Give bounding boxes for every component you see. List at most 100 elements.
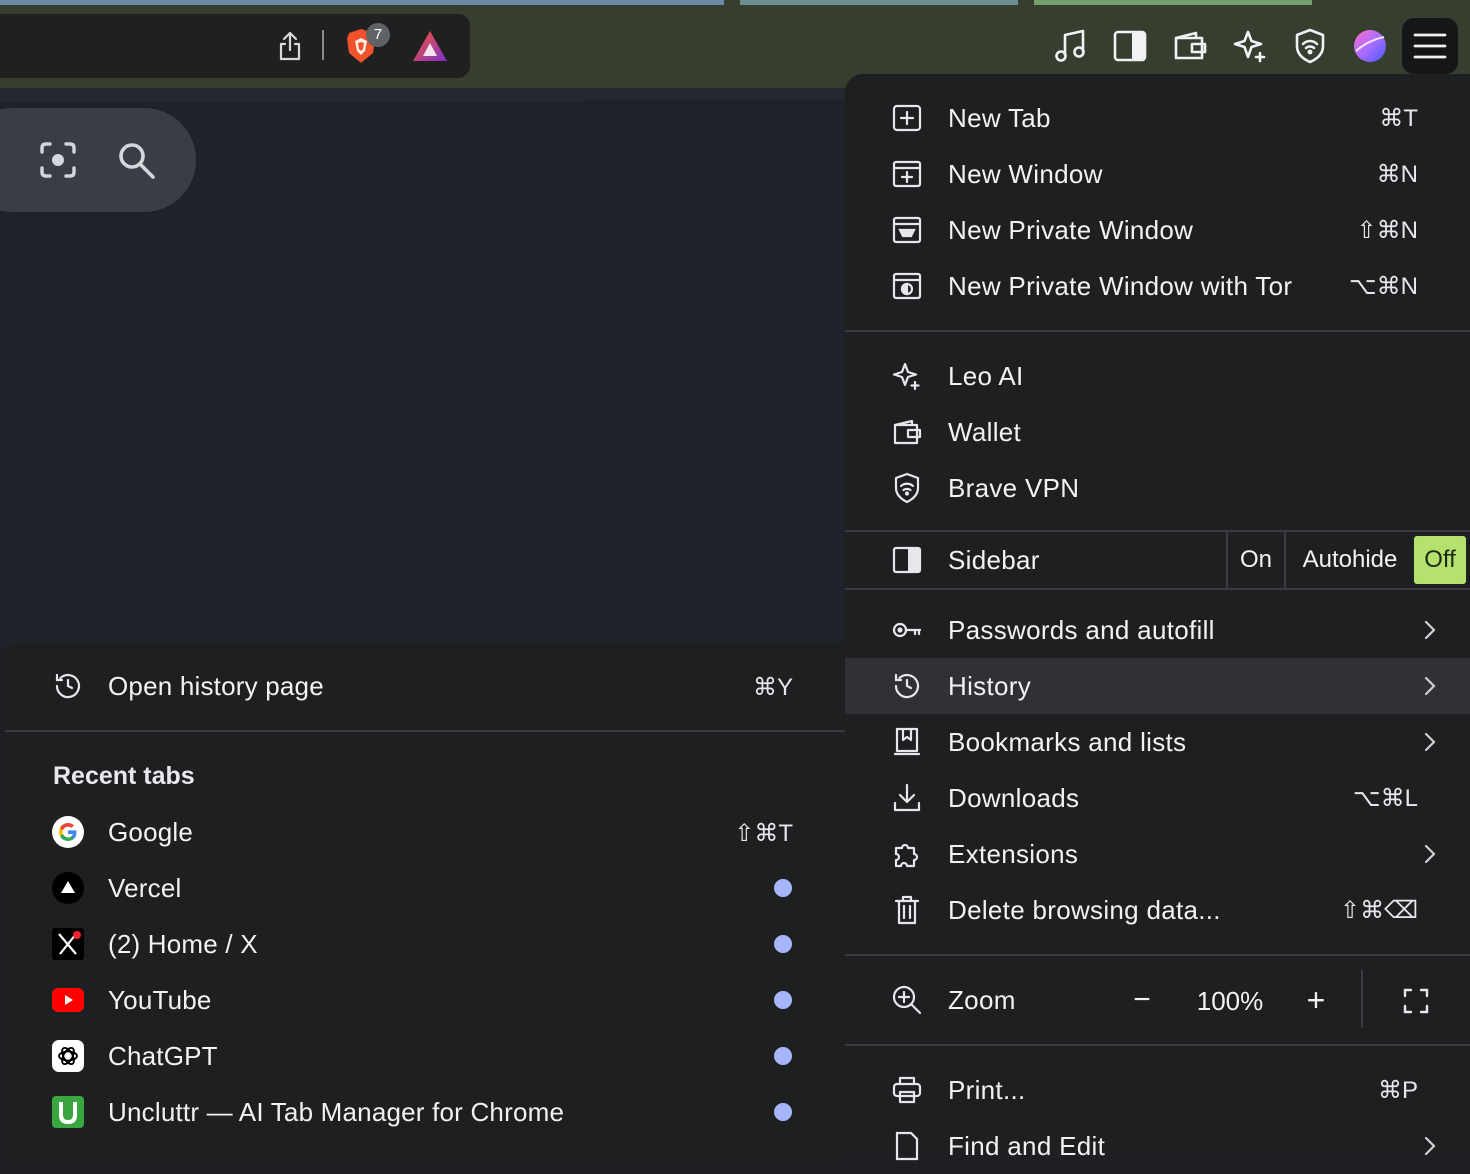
new-tab-icon	[892, 104, 922, 132]
menu-item-shortcut: ⌘P	[1377, 1076, 1418, 1104]
new-window-icon	[892, 160, 922, 188]
recent-tab-label: ChatGPT	[108, 1041, 218, 1071]
open-history-shortcut: ⌘Y	[752, 674, 793, 701]
menu-item-extensions[interactable]: Extensions	[845, 826, 1470, 882]
menu-item-brave-vpn[interactable]: Brave VPN	[845, 460, 1470, 516]
history-icon	[892, 672, 922, 700]
menu-item-print[interactable]: Print... ⌘P	[845, 1062, 1470, 1118]
lens-camera-icon[interactable]	[36, 138, 80, 182]
vercel-favicon-icon	[52, 872, 84, 904]
recent-tab-chatgpt[interactable]: ChatGPT	[5, 1028, 845, 1084]
menu-item-label: Brave VPN	[948, 472, 1080, 503]
wallet-icon	[892, 418, 922, 446]
uncluttr-favicon-icon	[52, 1096, 84, 1128]
menu-item-label: New Private Window	[948, 214, 1194, 245]
menu-item-passwords[interactable]: Passwords and autofill	[845, 602, 1470, 658]
leo-icon[interactable]	[1230, 26, 1270, 66]
main-menu: New Tab ⌘T New Window ⌘N New Private Win…	[845, 74, 1470, 1161]
menu-item-new-window[interactable]: New Window ⌘N	[845, 146, 1470, 202]
shields-count-badge: 7	[366, 23, 390, 47]
menu-item-new-tab[interactable]: New Tab ⌘T	[845, 90, 1470, 146]
menu-item-label: Zoom	[948, 984, 1016, 1015]
address-bar[interactable]	[0, 14, 470, 78]
tor-window-icon	[892, 272, 922, 300]
download-icon	[892, 783, 922, 812]
menu-divider	[845, 588, 1470, 590]
youtube-favicon-icon	[52, 984, 84, 1016]
sidebar-option-autohide[interactable]: Autohide	[1286, 532, 1414, 588]
sidebar-option-on[interactable]: On	[1228, 532, 1284, 588]
menu-item-wallet[interactable]: Wallet	[845, 404, 1470, 460]
brave-rewards-icon[interactable]	[410, 28, 450, 64]
recent-tab-shortcut: ⇧⌘T	[734, 820, 793, 847]
sidebar-option-off[interactable]: Off	[1414, 536, 1466, 584]
menu-item-new-private-window[interactable]: New Private Window ⇧⌘N	[845, 202, 1470, 258]
menu-item-label: Print...	[948, 1074, 1026, 1105]
unread-dot	[774, 1047, 792, 1065]
recent-tab-x[interactable]: (2) Home / X	[5, 916, 845, 972]
recent-tab-label: Uncluttr — AI Tab Manager for Chrome	[108, 1097, 565, 1127]
x-favicon-icon	[52, 928, 84, 960]
vpn-icon[interactable]	[1290, 26, 1330, 66]
tab-strip-indicator	[0, 0, 724, 5]
menu-item-label: Leo AI	[948, 360, 1024, 391]
profile-avatar[interactable]	[1352, 28, 1388, 64]
menu-item-label: Wallet	[948, 416, 1022, 447]
menu-item-shortcut: ⇧⌘N	[1356, 216, 1418, 244]
recent-tabs-header: Recent tabs	[53, 762, 195, 790]
menu-item-shortcut: ⌥⌘L	[1352, 784, 1418, 812]
menu-item-label: Bookmarks and lists	[948, 726, 1187, 757]
trash-icon	[892, 895, 922, 925]
recent-tab-label: YouTube	[108, 985, 212, 1015]
google-favicon-icon	[52, 816, 84, 848]
key-icon	[892, 616, 922, 644]
puzzle-icon	[892, 840, 922, 868]
menu-item-label: New Window	[948, 158, 1103, 189]
menu-item-find-and-edit[interactable]: Find and Edit	[845, 1118, 1470, 1174]
menu-item-new-private-window-tor[interactable]: New Private Window with Tor ⌥⌘N	[845, 258, 1470, 314]
menu-item-bookmarks[interactable]: Bookmarks and lists	[845, 714, 1470, 770]
private-window-icon	[892, 216, 922, 244]
menu-item-label: Passwords and autofill	[948, 614, 1215, 645]
recent-tab-label: Vercel	[108, 873, 182, 903]
menu-item-label: Delete browsing data...	[948, 894, 1221, 925]
vpn-icon	[892, 472, 922, 504]
share-icon[interactable]	[272, 28, 308, 64]
chevron-right-icon	[1424, 844, 1436, 864]
main-menu-button[interactable]	[1402, 18, 1458, 74]
unread-dot	[774, 935, 792, 953]
chatgpt-favicon-icon	[52, 1040, 84, 1072]
menu-item-label: Downloads	[948, 782, 1080, 813]
menu-item-downloads[interactable]: Downloads ⌥⌘L	[845, 770, 1470, 826]
zoom-out-button[interactable]: −	[1125, 982, 1159, 1018]
tab-strip-indicator	[1034, 0, 1312, 5]
zoom-in-button[interactable]: +	[1299, 982, 1333, 1018]
search-icon[interactable]	[114, 138, 158, 182]
menu-item-shortcut: ⌘T	[1379, 104, 1418, 132]
fullscreen-button[interactable]	[1401, 986, 1431, 1016]
recent-tab-vercel[interactable]: Vercel	[5, 860, 845, 916]
menu-item-label: New Tab	[948, 102, 1051, 133]
music-icon[interactable]	[1050, 26, 1090, 66]
menu-item-leo-ai[interactable]: Leo AI	[845, 348, 1470, 404]
menu-divider	[5, 730, 845, 732]
zoom-icon	[892, 985, 922, 1015]
zoom-divider	[1361, 970, 1363, 1028]
menu-item-history[interactable]: History	[845, 658, 1470, 714]
recent-tab-uncluttr[interactable]: Uncluttr — AI Tab Manager for Chrome	[5, 1084, 845, 1140]
wallet-icon[interactable]	[1170, 26, 1210, 66]
recent-tab-google[interactable]: Google ⇧⌘T	[5, 804, 845, 860]
menu-item-label: New Private Window with Tor	[948, 270, 1293, 301]
sidebar-icon[interactable]	[1110, 26, 1150, 66]
bookmarks-icon	[892, 727, 922, 756]
search-pill	[0, 108, 196, 212]
unread-dot	[774, 879, 792, 897]
menu-item-delete-browsing-data[interactable]: Delete browsing data... ⇧⌘⌫	[845, 882, 1470, 938]
recent-tab-label: Google	[108, 817, 194, 847]
unread-dot	[774, 991, 792, 1009]
toolbar-separator	[322, 30, 324, 60]
recent-tab-youtube[interactable]: YouTube	[5, 972, 845, 1028]
open-history-label: Open history page	[108, 671, 324, 701]
menu-item-label: Sidebar	[948, 544, 1040, 575]
open-history-page[interactable]: Open history page ⌘Y	[5, 658, 845, 714]
